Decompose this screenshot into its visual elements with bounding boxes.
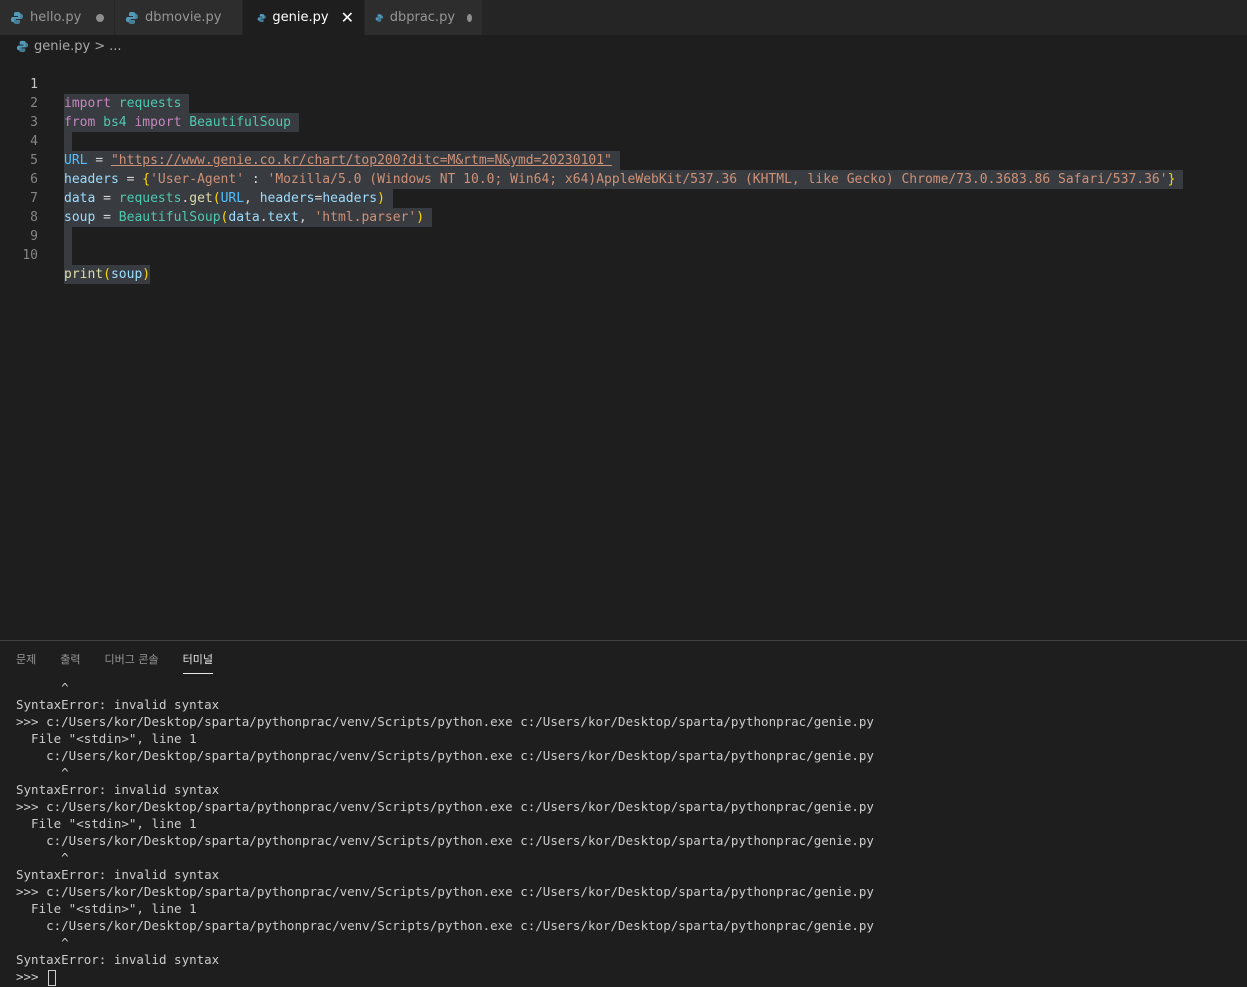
code-line[interactable]: 1 import requests xyxy=(0,56,1247,113)
code-line[interactable]: 10 print(soup) xyxy=(0,227,1247,284)
terminal-line: ^ xyxy=(16,935,69,950)
tab-terminal[interactable]: 터미널 xyxy=(182,651,213,674)
python-file-icon xyxy=(375,13,384,22)
tab-debug-console[interactable]: 디버그 콘솔 xyxy=(105,651,159,674)
terminal-line: SyntaxError: invalid syntax xyxy=(16,867,220,882)
tab-genie-py[interactable]: genie.py ✕ xyxy=(243,0,365,35)
terminal-line: ^ xyxy=(16,850,69,865)
terminal-output[interactable]: ^ SyntaxError: invalid syntax >>> c:/Use… xyxy=(16,679,874,986)
terminal-line: >>> c:/Users/kor/Desktop/sparta/pythonpr… xyxy=(16,799,874,814)
python-file-icon xyxy=(11,11,23,24)
code-line[interactable]: 4 URL = "https://www.genie.co.kr/chart/t… xyxy=(0,113,1247,170)
terminal-line: c:/Users/kor/Desktop/sparta/pythonprac/v… xyxy=(16,748,874,763)
tab-label: hello.py xyxy=(30,10,82,25)
code-line[interactable]: 8 xyxy=(0,189,1247,246)
close-icon[interactable]: ✕ xyxy=(341,9,354,25)
code-text[interactable]: print(soup) xyxy=(64,265,151,284)
terminal-line: SyntaxError: invalid syntax xyxy=(16,697,220,712)
code-line[interactable]: 5 headers = {'User-Agent' : 'Mozilla/5.0… xyxy=(0,132,1247,189)
python-file-icon xyxy=(16,40,29,52)
tab-label: dbmovie.py xyxy=(145,10,222,25)
terminal-line: SyntaxError: invalid syntax xyxy=(16,782,220,797)
code-editor[interactable]: 1 import requests 2 from bs4 import Beau… xyxy=(0,56,1247,640)
terminal-prompt-line[interactable]: >>> xyxy=(16,968,874,986)
tab-label: dbprac.py xyxy=(389,10,456,25)
bottom-panel: 문제 출력 디버그 콘솔 터미널 ^ SyntaxError: invalid … xyxy=(0,640,1247,987)
code-line[interactable]: 9 xyxy=(0,208,1247,265)
line-number: 10 xyxy=(22,248,38,263)
modified-dot-icon[interactable] xyxy=(467,13,472,22)
terminal-line: File "<stdin>", line 1 xyxy=(16,816,197,831)
code-line[interactable]: 6 data = requests.get(URL, headers=heade… xyxy=(0,151,1247,208)
modified-dot-icon[interactable] xyxy=(96,13,104,22)
terminal-line: >>> c:/Users/kor/Desktop/sparta/pythonpr… xyxy=(16,884,874,899)
terminal-line: c:/Users/kor/Desktop/sparta/pythonprac/v… xyxy=(16,833,874,848)
editor-tab-bar: hello.py dbmovie.py genie.py ✕ dbprac.py xyxy=(0,0,1247,35)
terminal-cursor xyxy=(48,969,57,986)
python-file-icon xyxy=(257,13,266,22)
python-file-icon xyxy=(126,11,138,24)
tab-output[interactable]: 출력 xyxy=(60,651,80,674)
code-line[interactable]: 2 from bs4 import BeautifulSoup xyxy=(0,75,1247,132)
breadcrumb-file[interactable]: genie.py xyxy=(34,39,90,54)
tab-hello-py[interactable]: hello.py xyxy=(0,0,115,35)
tab-dbmovie-py[interactable]: dbmovie.py xyxy=(115,0,243,35)
chevron-right-icon: > xyxy=(94,38,106,54)
tab-problems[interactable]: 문제 xyxy=(16,651,36,674)
terminal-line: SyntaxError: invalid syntax xyxy=(16,952,220,967)
code-line[interactable]: 3 xyxy=(0,94,1247,151)
tab-label: genie.py xyxy=(272,10,329,25)
terminal-line: >>> c:/Users/kor/Desktop/sparta/pythonpr… xyxy=(16,714,874,729)
terminal-line: ^ xyxy=(16,765,69,780)
terminal-line: ^ xyxy=(16,680,69,695)
breadcrumb-more[interactable]: ... xyxy=(109,39,121,54)
terminal-prompt: >>> xyxy=(16,969,39,984)
code-text[interactable] xyxy=(64,246,72,265)
panel-tab-bar: 문제 출력 디버그 콘솔 터미널 xyxy=(16,651,237,674)
tab-dbprac-py[interactable]: dbprac.py xyxy=(365,0,483,35)
code-line[interactable]: 7 soup = BeautifulSoup(data.text, 'html.… xyxy=(0,170,1247,227)
breadcrumb: genie.py > ... xyxy=(0,35,1247,57)
terminal-line: File "<stdin>", line 1 xyxy=(16,731,197,746)
terminal-line: File "<stdin>", line 1 xyxy=(16,901,197,916)
terminal-line: c:/Users/kor/Desktop/sparta/pythonprac/v… xyxy=(16,918,874,933)
